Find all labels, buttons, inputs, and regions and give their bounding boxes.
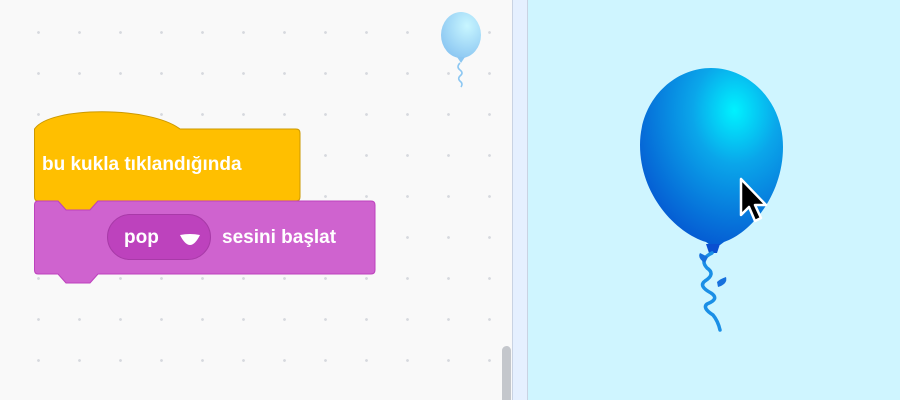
stage[interactable] bbox=[528, 0, 900, 400]
workspace-scrollbar[interactable] bbox=[502, 346, 511, 400]
event-block-label: bu kukla tıklandığında bbox=[42, 154, 242, 175]
chevron-down-icon bbox=[180, 234, 200, 245]
sound-menu-value: pop bbox=[124, 227, 159, 248]
balloon-sprite[interactable] bbox=[636, 65, 786, 335]
pane-divider bbox=[512, 0, 528, 400]
sound-menu-dropdown[interactable]: pop bbox=[107, 214, 211, 260]
sound-block-label: sesini başlat bbox=[222, 227, 337, 248]
script-stack bbox=[34, 111, 376, 284]
code-workspace[interactable]: bu kukla tıklandığında pop sesini başlat bbox=[0, 0, 512, 400]
scratch-editor: bu kukla tıklandığında pop sesini başlat bbox=[0, 0, 900, 400]
